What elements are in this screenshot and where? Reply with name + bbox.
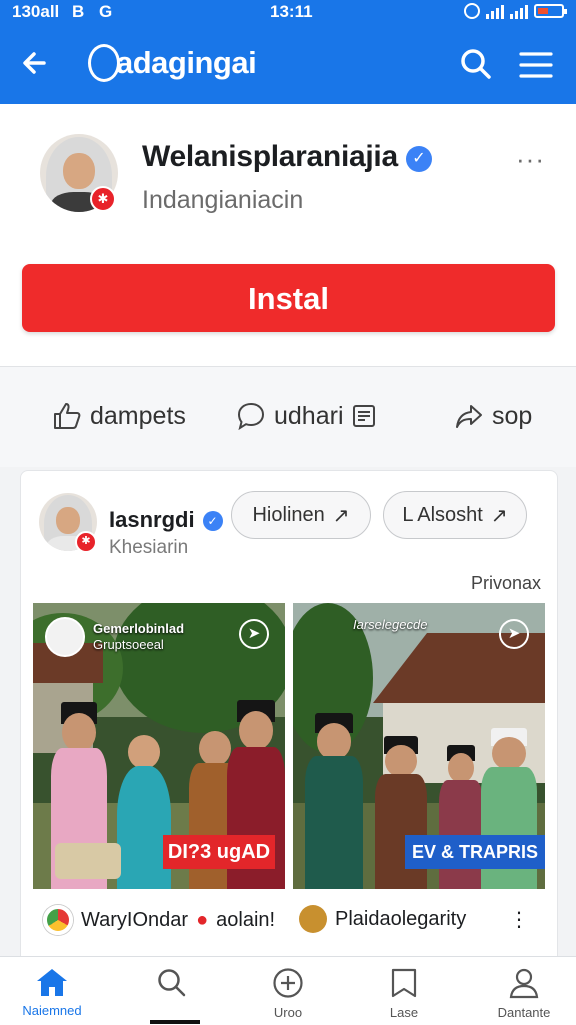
carrier-label: 130all — [12, 2, 60, 21]
nav-home[interactable]: Naiemned — [2, 967, 102, 1018]
tile-1-caption-extra: aolain! — [216, 908, 276, 931]
chip-also-label: L Alsosht — [402, 503, 483, 526]
nav-saved-label: Lase — [389, 1005, 419, 1020]
comment-label: udhari — [274, 401, 344, 430]
tile-2-title: Iarselegecde — [353, 617, 428, 632]
privacy-label[interactable]: Privonax — [471, 573, 541, 594]
sync-icon: G — [99, 2, 113, 21]
more-options-icon[interactable]: ··· — [516, 144, 545, 175]
cell-signal-icon — [486, 3, 504, 19]
profile-name-text: Welanisplaraniajia — [142, 140, 398, 173]
like-button[interactable]: dampets — [52, 401, 186, 431]
nav-profile-label: Dantante — [497, 1005, 551, 1020]
post-card: ✱ Iasnrgdi ✓ Khesiarin Hiolinen ↗ L Alsos… — [20, 470, 558, 992]
chip-follow[interactable]: Hiolinen ↗ — [231, 491, 371, 539]
comment-bubble-icon — [237, 402, 265, 431]
install-button[interactable]: Instal — [22, 264, 555, 332]
post-author-text: Iasnrgdi — [109, 507, 195, 532]
hamburger-menu-icon[interactable] — [518, 50, 554, 80]
chip-follow-label: Hiolinen — [252, 503, 325, 526]
share-button[interactable]: sop — [454, 401, 532, 431]
back-arrow-icon[interactable] — [18, 46, 52, 80]
wifi-icon — [464, 3, 480, 19]
tile-2-share-icon[interactable]: ➤ — [499, 619, 529, 649]
tile-1-header: Gemerlobinlad Gruptsoeeal — [45, 617, 184, 657]
nav-create-label: Uroo — [273, 1005, 303, 1020]
caption-avatar-icon — [299, 905, 327, 933]
nav-profile[interactable]: Dantante — [474, 967, 574, 1020]
home-icon — [37, 969, 67, 996]
tile-1-title: Gemerlobinlad — [93, 621, 185, 636]
carrier-signal-text: 130all B G — [12, 2, 112, 22]
tile-1-share-icon[interactable]: ➤ — [239, 619, 269, 649]
thumbs-up-icon — [54, 403, 81, 429]
profile-name: Welanisplaraniajia ✓ — [142, 140, 432, 174]
share-label: sop — [492, 401, 533, 430]
live-badge-icon: ✱ — [90, 186, 116, 212]
profile-card: ✱ Welanisplaraniajia ✓ Indangianiacin ···… — [0, 104, 576, 366]
nav-search[interactable] — [122, 967, 222, 1005]
document-icon — [352, 405, 375, 427]
battery-icon — [534, 4, 567, 18]
post-author-subtitle: Khesiarin — [109, 537, 189, 558]
chrome-icon — [43, 905, 73, 935]
tile-1-caption-text: WaryIOndar — [81, 908, 189, 931]
comment-button[interactable]: udhari — [236, 401, 376, 431]
app-title: adagingai — [116, 45, 257, 80]
chip-also[interactable]: L Alsosht ↗ — [383, 491, 527, 539]
media-tile-1[interactable]: Gemerlobinlad Gruptsoeeal ➤ DI?3 ugAD — [33, 603, 285, 889]
profile-icon — [509, 968, 539, 999]
pin-icon: ● — [196, 908, 209, 931]
money-sticker — [55, 843, 121, 879]
profile-subtitle: Indangianiacin — [142, 186, 304, 214]
post-author-name[interactable]: Iasnrgdi ✓ — [109, 507, 223, 533]
home-indicator — [150, 1020, 200, 1024]
status-icons — [464, 3, 567, 19]
tile-2-caption[interactable]: Plaidaolegarity ⋮ — [299, 905, 529, 933]
search-icon[interactable] — [458, 46, 494, 82]
nav-saved[interactable]: Lase — [354, 967, 454, 1020]
status-time: 13:11 — [270, 2, 313, 21]
chip-also-arrow-icon: ↗ — [490, 504, 508, 527]
tile-1-subtitle: Gruptsoeeal — [93, 637, 164, 652]
post-live-badge-icon: ✱ — [75, 531, 97, 553]
status-bar: 130all B G 13:11 — [0, 0, 576, 26]
tile-2-caption-text: Plaidaolegarity — [335, 907, 467, 930]
post-verified-icon: ✓ — [202, 511, 223, 531]
tile-2-more-icon[interactable]: ⋮ — [509, 907, 529, 932]
verified-icon: ✓ — [405, 146, 432, 172]
bookmark-icon — [391, 968, 417, 998]
plus-circle-icon — [273, 968, 303, 998]
bluetooth-icon: B — [72, 2, 85, 21]
nav-home-label: Naiemned — [22, 1003, 82, 1018]
bottom-navigation: Naiemned Uroo Lase Dantante — [0, 956, 576, 1025]
like-label: dampets — [90, 401, 186, 430]
nav-search-icon — [158, 969, 186, 997]
tile-2-banner: EV & TRAPRIS — [405, 835, 545, 869]
cell-signal-2-icon — [510, 3, 528, 19]
app-bar: adagingai — [0, 26, 576, 104]
tile-1-caption[interactable]: WaryIOndar ● aolain! — [43, 905, 275, 935]
app-logo: adagingai — [88, 44, 257, 82]
tile-2-header: Iarselegecde — [353, 617, 427, 633]
actions-bar: dampets udhari sop — [0, 366, 576, 467]
nav-create[interactable]: Uroo — [238, 967, 338, 1020]
tile-1-banner: DI?3 ugAD — [163, 835, 275, 869]
media-tile-2[interactable]: Iarselegecde ➤ EV & TRAPRIS — [293, 603, 545, 889]
chip-arrow-icon: ↗ — [332, 504, 350, 527]
tile-1-avatar — [45, 617, 85, 657]
share-arrow-icon — [456, 405, 482, 428]
